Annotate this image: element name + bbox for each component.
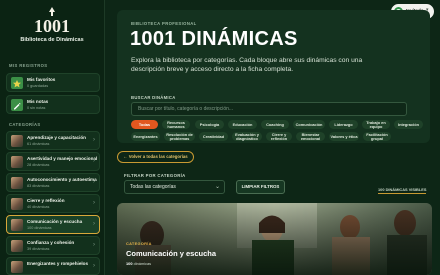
category-thumbnail (11, 177, 23, 189)
chip-integracion[interactable]: Integración (394, 120, 423, 129)
logo-icon: 1001 (34, 7, 70, 35)
sidebar-item-favorites[interactable]: Mis favoritos 0 guardadas (6, 73, 100, 92)
chip-cierre[interactable]: Cierre y reflexión (266, 132, 292, 141)
logo[interactable]: 1001 Biblioteca de Dinámicas (0, 7, 104, 43)
sidebar-item-label: Aprendizaje y capacitación (27, 135, 86, 140)
chip-todas[interactable]: Todas (131, 120, 158, 129)
category-thumbnail (11, 198, 23, 210)
category-filter-select[interactable]: Todas las categorías ⌄ (124, 180, 225, 194)
categories-heading: CATEGORÍAS (9, 122, 41, 127)
brand-title: Biblioteca de Dinámicas (20, 37, 84, 43)
category-photo (117, 203, 432, 275)
sidebar-item-count: 28 dinámicas (27, 163, 50, 167)
chevron-right-icon: › (93, 137, 95, 143)
chip-liderazgo[interactable]: Liderazgo (329, 120, 358, 129)
chevron-right-icon: › (93, 263, 95, 269)
sidebar-item-count: 39 dinámicas (27, 247, 50, 251)
chip-educacion[interactable]: Educación (228, 120, 257, 129)
sidebar-item-count: 0 sin notas (27, 106, 46, 110)
category-card[interactable]: CATEGORÍA Comunicación y escucha 100 din… (117, 203, 432, 275)
sidebar-item-label: Autoconocimiento y autoestima (27, 177, 97, 182)
sidebar-item-aprendizaje[interactable]: Aprendizaje y capacitación 61 dinámicas … (6, 131, 100, 150)
sidebar-item-count: 100 dinámicas (27, 226, 52, 230)
sidebar-item-count: 83 dinámicas (27, 184, 50, 188)
category-thumbnail (11, 135, 23, 147)
chip-resolucion[interactable]: Resolución de problemas (164, 132, 195, 141)
sidebar-item-label: Cierre y reflexión (27, 198, 65, 203)
category-thumbnail (11, 261, 23, 273)
hero-description: Explora la biblioteca por categorías. Ca… (131, 57, 363, 73)
mine-heading: MIS REGISTROS (9, 63, 48, 68)
sidebar-item-comunicacion[interactable]: Comunicación y escucha 100 dinámicas › (6, 215, 100, 234)
chevron-right-icon: › (93, 200, 95, 206)
chip-bienestar[interactable]: Bienestar emocional (296, 132, 325, 141)
sidebar-item-label: Energizantes y rompehielos (27, 261, 89, 266)
sidebar: 1001 Biblioteca de Dinámicas MIS REGISTR… (0, 0, 105, 275)
sidebar-item-count: 61 dinámicas (27, 142, 50, 146)
sidebar-item-count: 0 guardadas (27, 84, 49, 88)
sidebar-item-cierre[interactable]: Cierre y reflexión 40 dinámicas › (6, 194, 100, 213)
chevron-right-icon: › (93, 179, 95, 185)
chevron-down-icon: ⌄ (214, 184, 220, 190)
card-count-number: 100 (126, 261, 133, 266)
sidebar-item-energizantes[interactable]: Energizantes y rompehielos › (6, 257, 100, 275)
chip-comunicacion[interactable]: Comunicación (293, 120, 325, 129)
sidebar-item-asertividad[interactable]: Asertividad y manejo emocional 28 dinámi… (6, 152, 100, 171)
sidebar-item-label: Confianza y cohesión (27, 240, 75, 245)
sidebar-item-autoconocimiento[interactable]: Autoconocimiento y autoestima 83 dinámic… (6, 173, 100, 192)
chip-valores[interactable]: Valores y ética (329, 132, 359, 141)
sidebar-item-label: Comunicación y escucha (27, 219, 83, 224)
filter-label: FILTRAR POR CATEGORÍA (124, 173, 186, 178)
sidebar-item-notes[interactable]: Mis notas 0 sin notas (6, 95, 100, 114)
sidebar-item-count: 40 dinámicas (27, 205, 50, 209)
chip-evaluacion[interactable]: Evaluación y diagnóstico (232, 132, 262, 141)
card-title: Comunicación y escucha (126, 249, 217, 258)
chip-creatividad[interactable]: Creatividad (199, 132, 228, 141)
filter-selected-value: Todas las categorías (130, 184, 176, 190)
sidebar-item-confianza[interactable]: Confianza y cohesión 39 dinámicas › (6, 236, 100, 255)
chip-psicologia[interactable]: Psicología (195, 120, 224, 129)
search-label: BUSCAR DINÁMICA (131, 95, 176, 100)
chip-trabajo-en-equipo[interactable]: Trabajo en equipo (362, 120, 390, 129)
chip-coaching[interactable]: Coaching (261, 120, 289, 129)
sidebar-item-label: Mis favoritos (27, 77, 56, 82)
sidebar-item-label: Mis notas (27, 99, 49, 104)
search-input[interactable]: Buscar por título, categoría o descripci… (131, 102, 407, 116)
card-count: 100 dinámicas (126, 261, 151, 266)
hero-eyebrow: BIBLIOTECA PROFESIONAL (131, 21, 197, 26)
chevron-right-icon: › (93, 221, 95, 227)
category-thumbnail (11, 156, 23, 168)
note-icon (11, 99, 23, 111)
search-placeholder: Buscar por título, categoría o descripci… (138, 106, 234, 112)
category-thumbnail (11, 219, 23, 231)
sidebar-item-label: Asertividad y manejo emocional (27, 156, 98, 161)
category-thumbnail (11, 240, 23, 252)
chevron-right-icon: › (93, 158, 95, 164)
clear-filters-button[interactable]: LIMPIAR FILTROS (236, 180, 285, 194)
chip-facilitacion[interactable]: Facilitación grupal (363, 132, 391, 141)
logo-number: 1001 (34, 16, 70, 35)
page-title: 1001 DINÁMICAS (130, 28, 298, 50)
hero-panel: BIBLIOTECA PROFESIONAL 1001 DINÁMICAS Ex… (117, 10, 430, 143)
chip-energizantes[interactable]: Energizantes (131, 132, 160, 141)
back-to-categories-button[interactable]: ← Volver a todas las categorías (117, 151, 194, 163)
card-count-suffix: dinámicas (133, 261, 152, 266)
card-category-label: CATEGORÍA (126, 241, 152, 246)
chevron-right-icon: › (93, 242, 95, 248)
visible-count-badge: 100 DINÁMICAS VISIBLES (378, 187, 427, 194)
star-icon (11, 77, 23, 89)
chip-recursos-humanos[interactable]: Recursos humanos (162, 120, 190, 129)
